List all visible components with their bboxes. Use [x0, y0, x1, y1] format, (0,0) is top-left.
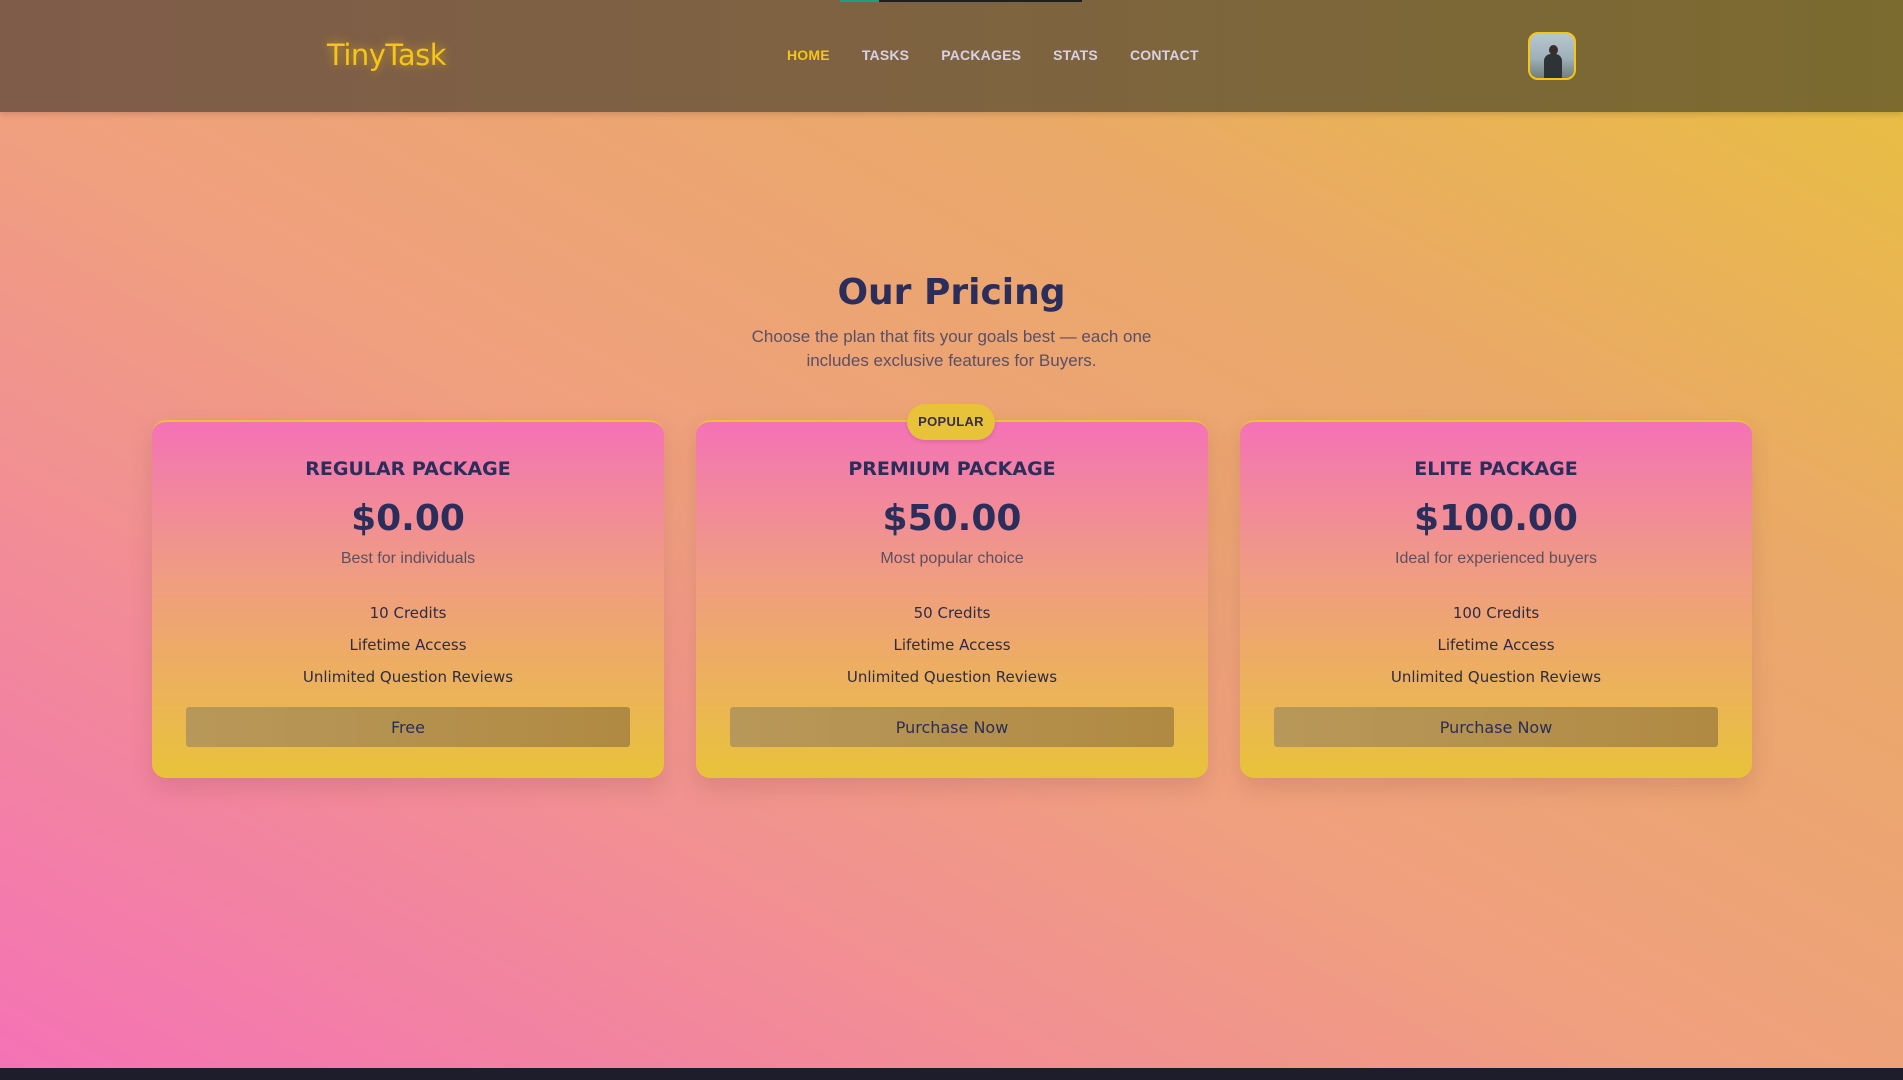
scroll-progress-fill [840, 0, 879, 2]
nav-link-packages[interactable]: PACKAGES [941, 47, 1021, 63]
nav-link-home[interactable]: HOME [787, 47, 830, 63]
plan-features: 10 Credits Lifetime Access Unlimited Que… [152, 597, 664, 693]
plan-tagline: Most popular choice [880, 550, 1024, 567]
plan-feature: 50 Credits [913, 604, 991, 622]
site-logo[interactable]: TinyTask [327, 38, 447, 72]
nav-link-tasks[interactable]: TASKS [862, 47, 909, 63]
pricing-card-regular: REGULAR PACKAGE $0.00 Best for individua… [152, 420, 664, 778]
plan-price: $0.00 [351, 498, 465, 539]
plan-tagline: Ideal for experienced buyers [1395, 550, 1597, 567]
plan-tagline: Best for individuals [340, 550, 476, 567]
plan-price: $50.00 [882, 498, 1022, 539]
plan-feature: 100 Credits [1452, 604, 1540, 622]
purchase-elite-button[interactable]: Purchase Now [1274, 707, 1718, 747]
pricing-card-premium: POPULAR PREMIUM PACKAGE $50.00 Most popu… [696, 404, 1208, 778]
plan-feature: Unlimited Question Reviews [846, 668, 1058, 686]
pricing-card-elite: ELITE PACKAGE $100.00 Ideal for experien… [1240, 420, 1752, 778]
plan-name: ELITE PACKAGE [1414, 458, 1578, 480]
plan-feature: Unlimited Question Reviews [302, 668, 514, 686]
main-nav: HOME TASKS PACKAGES STATS CONTACT [787, 47, 1231, 63]
user-avatar[interactable] [1528, 32, 1576, 80]
avatar-person-body [1544, 54, 1562, 78]
footer-edge [0, 1068, 1903, 1080]
pricing-subtitle: Choose the plan that fits your goals bes… [751, 327, 1152, 370]
nav-link-contact[interactable]: CONTACT [1130, 47, 1199, 63]
purchase-premium-button[interactable]: Purchase Now [730, 707, 1174, 747]
plan-feature: Lifetime Access [349, 636, 467, 654]
plan-name: PREMIUM PACKAGE [848, 458, 1056, 480]
navbar: TinyTask HOME TASKS PACKAGES STATS CONTA… [0, 0, 1903, 112]
plan-feature: Unlimited Question Reviews [1390, 668, 1602, 686]
plan-features: 100 Credits Lifetime Access Unlimited Qu… [1240, 597, 1752, 693]
popular-badge: POPULAR [907, 404, 995, 440]
scroll-progress-bar [840, 0, 1082, 2]
nav-link-stats[interactable]: STATS [1053, 47, 1098, 63]
plan-name: REGULAR PACKAGE [305, 458, 511, 480]
plan-features: 50 Credits Lifetime Access Unlimited Que… [696, 597, 1208, 693]
free-button[interactable]: Free [186, 707, 630, 747]
plan-feature: Lifetime Access [893, 636, 1011, 654]
plan-feature: 10 Credits [369, 604, 447, 622]
plan-price: $100.00 [1414, 498, 1578, 539]
pricing-title: Our Pricing [837, 272, 1066, 313]
plan-feature: Lifetime Access [1437, 636, 1555, 654]
